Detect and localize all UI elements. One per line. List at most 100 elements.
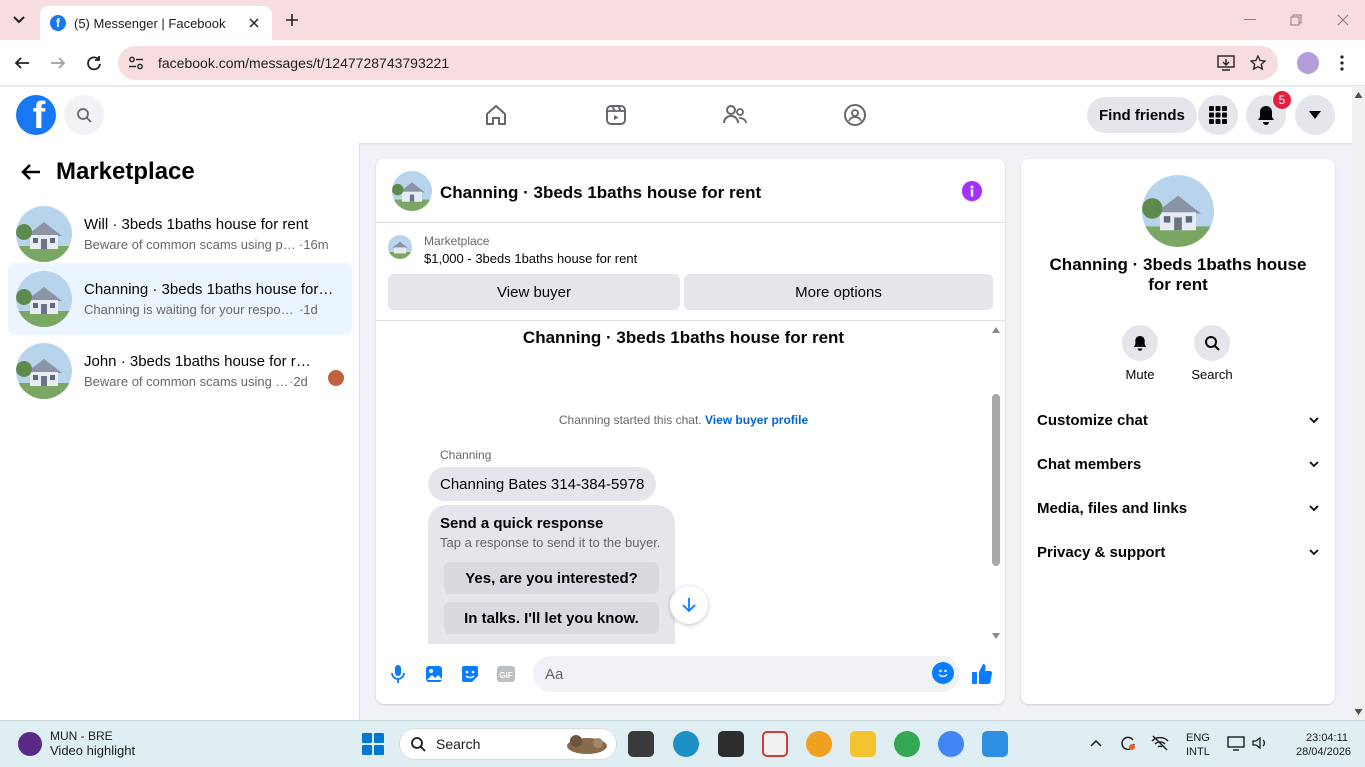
conversation-preview: Beware of common scams using pa... [84,237,299,252]
search-action[interactable]: Search [1182,325,1242,382]
cloud-app-icon[interactable] [982,731,1008,757]
sticky-notes-icon[interactable] [718,731,744,757]
new-tab-button[interactable] [282,10,302,30]
url-text[interactable]: facebook.com/messages/t/1247728743793221 [158,55,1214,71]
menu-grid-icon[interactable] [1198,95,1238,135]
groups-icon[interactable] [839,99,871,131]
vpn-app-icon[interactable] [806,731,832,757]
edge-browser-icon[interactable] [673,731,699,757]
message-thread[interactable]: Channing · 3beds 1baths house for rent C… [376,322,1005,644]
facebook-favicon-icon: f [50,15,66,31]
chrome-profile-icon[interactable] [938,731,964,757]
system-clock[interactable]: 23:04:11 28/04/2026 [1296,731,1351,759]
snipping-tool-icon[interactable] [762,731,788,757]
site-info-icon[interactable] [124,51,148,75]
gif-icon[interactable]: GIF [494,662,518,686]
section-label: Chat members [1037,455,1142,473]
quick-response-button[interactable]: Yes, are you interested? [444,562,659,594]
chat-members-section[interactable]: Chat members [1037,452,1319,476]
quick-response-card: Send a quick response Tap a response to … [428,505,675,644]
view-buyer-profile-link[interactable]: View buyer profile [705,413,808,427]
info-icon[interactable] [962,181,982,201]
conversation-info-panel: Channing · 3beds 1baths house for rent M… [1021,159,1335,704]
seen-avatar [328,370,344,386]
file-explorer-icon[interactable] [850,731,876,757]
listing-description[interactable]: $1,000 - 3beds 1baths house for rent [424,251,637,266]
bookmark-star-icon[interactable] [1246,51,1270,75]
browser-tab[interactable]: f (5) Messenger | Facebook [40,6,272,40]
page-scroll-down-icon[interactable] [1352,706,1365,718]
tab-search-button[interactable] [6,7,32,33]
forward-arrow-icon[interactable] [46,51,70,75]
contact-avatar[interactable] [1142,175,1214,247]
volume-icon[interactable] [1250,733,1270,753]
chat-avatar[interactable] [392,171,432,211]
facebook-top-nav: f Find friends 5 [0,87,1352,143]
url-omnibox[interactable]: facebook.com/messages/t/1247728743793221 [118,46,1278,80]
conversation-item-active[interactable]: Channing · 3beds 1baths house for rent C… [8,263,352,335]
minimize-icon[interactable] [1240,10,1260,30]
chrome-browser-icon[interactable] [894,731,920,757]
show-hidden-icons-chevron-up-icon[interactable] [1086,733,1106,753]
close-window-icon[interactable] [1333,10,1353,30]
back-arrow-icon[interactable] [10,51,34,75]
browser-menu-icon[interactable] [1332,52,1352,74]
photo-icon[interactable] [422,662,446,686]
restore-icon[interactable] [1286,10,1306,30]
install-app-icon[interactable] [1214,51,1238,75]
windows-start-icon[interactable] [362,733,384,755]
video-icon[interactable] [600,99,632,131]
panel-header: Marketplace [16,155,195,189]
input-language-indicator[interactable]: ENG INTL [1186,731,1210,759]
taskbar-search-box[interactable]: Search [399,728,617,760]
close-tab-icon[interactable] [246,15,262,31]
thread-scrollbar[interactable] [989,322,1001,644]
mute-action[interactable]: Mute [1110,325,1170,382]
scroll-to-bottom-arrow-icon[interactable] [670,586,708,624]
sticker-icon[interactable] [458,662,482,686]
find-friends-button[interactable]: Find friends [1087,97,1197,133]
profile-avatar-icon[interactable] [1297,52,1319,74]
section-label: Privacy & support [1037,543,1166,561]
search-icon[interactable] [64,95,104,135]
quick-response-button[interactable]: In talks. I'll let you know. [444,602,659,634]
emoji-icon[interactable] [932,662,954,684]
reload-icon[interactable] [82,51,106,75]
notification-count-badge: 5 [1272,90,1292,110]
network-off-icon[interactable] [1150,733,1170,753]
address-bar-row: facebook.com/messages/t/1247728743793221 [0,40,1365,86]
news-widget[interactable]: MUN - BRE Video highlight [18,729,135,758]
scroll-down-arrow-icon[interactable] [990,630,1002,642]
thumbs-up-icon[interactable] [970,662,994,686]
sync-icon[interactable] [1118,733,1138,753]
chevron-down-icon [1309,417,1319,423]
bell-icon[interactable] [1122,325,1158,361]
back-arrow-icon[interactable] [16,157,46,187]
marketplace-label: Marketplace [424,234,490,248]
scrollbar-thumb[interactable] [992,394,1000,566]
display-icon[interactable] [1226,733,1246,753]
conversation-name: Will · 3beds 1baths house for rent [84,216,309,233]
facebook-logo-icon[interactable]: f [16,95,56,135]
customize-chat-section[interactable]: Customize chat [1037,408,1319,432]
message-input[interactable]: Aa [533,656,960,692]
conversation-item[interactable]: Will · 3beds 1baths house for rent Bewar… [8,198,352,270]
search-icon[interactable] [1194,325,1230,361]
scroll-up-arrow-icon[interactable] [990,324,1002,336]
page-scrollbar[interactable] [1352,87,1365,720]
privacy-support-section[interactable]: Privacy & support [1037,540,1319,564]
more-options-button[interactable]: More options [684,274,993,310]
conversation-list-panel: Marketplace Will · 3beds 1baths house fo… [0,143,360,720]
clock-time: 23:04:11 [1305,732,1348,744]
conversation-item[interactable]: John · 3beds 1baths house for rent Bewar… [8,335,352,407]
friends-icon[interactable] [719,99,751,131]
task-view-icon[interactable] [628,731,654,757]
home-icon[interactable] [480,99,512,131]
account-chevron-down-icon[interactable] [1295,95,1335,135]
chat-header-name[interactable]: Channing · 3beds 1baths house for rent [440,183,761,203]
media-files-links-section[interactable]: Media, files and links [1037,496,1319,520]
view-buyer-button[interactable]: View buyer [388,274,680,310]
page-scroll-up-icon[interactable] [1352,89,1365,101]
microphone-icon[interactable] [386,662,410,686]
message-composer: GIF Aa [376,644,1005,704]
